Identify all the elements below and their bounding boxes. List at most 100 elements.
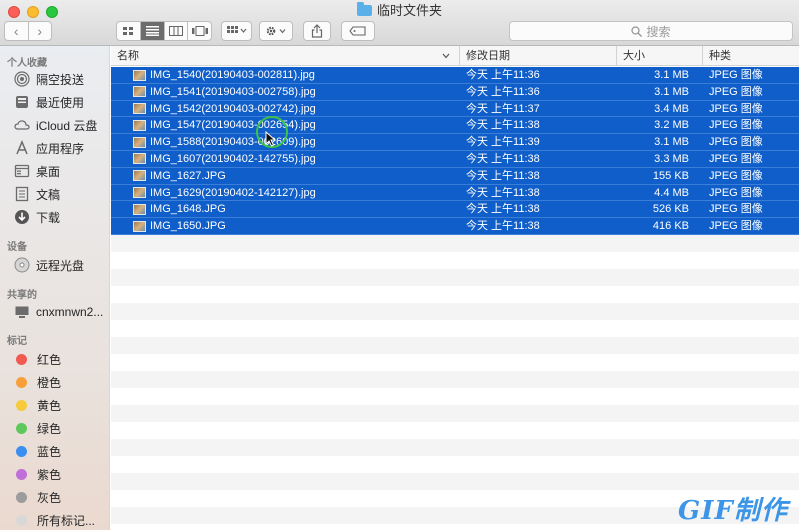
file-kind: JPEG 图像 xyxy=(709,85,763,98)
column-header-name[interactable]: 名称 xyxy=(111,46,456,66)
forward-button[interactable]: › xyxy=(28,21,52,41)
back-button[interactable]: ‹ xyxy=(4,21,29,41)
file-name: IMG_1541(20190403-002758).jpg xyxy=(150,85,316,98)
sidebar-item-icloud[interactable]: iCloud 云盘 xyxy=(14,116,97,134)
file-row[interactable]: IMG_1588(20190403-002609).jpg 今天 上午11:39… xyxy=(111,134,799,151)
file-row[interactable]: IMG_1629(20190402-142127).jpg 今天 上午11:38… xyxy=(111,184,799,202)
sidebar-tag-orange[interactable]: 橙色 xyxy=(14,373,61,391)
mouse-pointer-icon xyxy=(265,131,276,147)
icloud-icon xyxy=(14,117,30,133)
nav-buttons: ‹ › xyxy=(4,21,52,41)
empty-row xyxy=(111,455,799,473)
sidebar-item-label: 蓝色 xyxy=(37,444,62,459)
file-modified: 今天 上午11:36 xyxy=(466,85,540,98)
file-name: IMG_1540(20190403-002811).jpg xyxy=(150,69,315,81)
group-by-button[interactable] xyxy=(221,21,252,41)
airdrop-icon xyxy=(14,71,30,87)
sidebar-tag-gray[interactable]: 灰色 xyxy=(14,488,61,506)
tag-dot-icon xyxy=(16,353,27,365)
file-kind: JPEG 图像 xyxy=(709,186,763,199)
file-name: IMG_1648.JPG xyxy=(150,203,226,216)
share-button[interactable] xyxy=(303,21,331,41)
file-row[interactable]: IMG_1607(20190402-142755).jpg 今天 上午11:38… xyxy=(111,150,799,168)
file-modified: 今天 上午11:39 xyxy=(466,136,540,149)
file-size: 3.3 MB xyxy=(654,152,689,165)
gif-watermark: GIF制作 xyxy=(678,496,788,526)
sidebar-item-label: 隔空投送 xyxy=(36,72,85,87)
disc-icon xyxy=(14,257,30,273)
sort-chevron-icon xyxy=(442,53,450,59)
file-name: IMG_1607(20190402-142755).jpg xyxy=(150,152,316,165)
image-thumbnail-icon xyxy=(133,170,146,182)
sidebar-tag-blue[interactable]: 蓝色 xyxy=(14,442,61,460)
action-menu-button[interactable] xyxy=(259,21,293,41)
column-header-kind[interactable]: 种类 xyxy=(702,46,799,66)
file-name: IMG_1650.JPG xyxy=(150,220,226,233)
sidebar-item-shared-computer[interactable]: cnxmnwn2... xyxy=(14,303,103,321)
sidebar-item-remote-disc[interactable]: 远程光盘 xyxy=(14,256,84,274)
sidebar-item-desktop[interactable]: 桌面 xyxy=(14,162,60,180)
column-view-button[interactable] xyxy=(164,21,189,41)
search-field[interactable]: 搜索 xyxy=(509,21,793,41)
desktop-icon xyxy=(14,163,30,179)
icon-view-icon xyxy=(123,27,134,35)
file-modified: 今天 上午11:38 xyxy=(466,152,540,165)
file-size: 155 KB xyxy=(652,169,689,182)
sidebar-tag-all[interactable]: 所有标记... xyxy=(14,511,95,529)
image-thumbnail-icon xyxy=(133,119,146,131)
file-size: 416 KB xyxy=(652,220,689,233)
column-header-size[interactable]: 大小 xyxy=(616,46,702,66)
sidebar-item-recents[interactable]: 最近使用 xyxy=(14,93,84,111)
sidebar-item-label: 紫色 xyxy=(37,467,62,482)
file-kind: JPEG 图像 xyxy=(709,220,763,233)
empty-row xyxy=(111,268,799,286)
file-row[interactable]: IMG_1627.JPG 今天 上午11:38 155 KB JPEG 图像 xyxy=(111,167,799,185)
gallery-view-button[interactable] xyxy=(188,21,212,41)
column-header-modified[interactable]: 修改日期 xyxy=(459,46,616,66)
sidebar-tag-purple[interactable]: 紫色 xyxy=(14,465,61,483)
list-view-button[interactable] xyxy=(140,21,165,41)
file-row[interactable]: IMG_1540(20190403-002811).jpg 今天 上午11:36… xyxy=(111,67,799,84)
file-row[interactable]: IMG_1547(20190403-002654).jpg 今天 上午11:38… xyxy=(111,117,799,135)
sidebar-item-applications[interactable]: 应用程序 xyxy=(14,139,84,157)
file-size: 3.1 MB xyxy=(654,85,689,98)
file-size: 526 KB xyxy=(652,203,689,216)
sidebar-item-downloads[interactable]: 下载 xyxy=(14,208,60,226)
icon-view-button[interactable] xyxy=(116,21,141,41)
sidebar-item-documents[interactable]: 文稿 xyxy=(14,185,60,203)
file-row[interactable]: IMG_1650.JPG 今天 上午11:38 416 KB JPEG 图像 xyxy=(111,218,799,235)
file-modified: 今天 上午11:38 xyxy=(466,220,540,233)
file-row[interactable]: IMG_1542(20190403-002742).jpg 今天 上午11:37… xyxy=(111,100,799,118)
file-list: IMG_1540(20190403-002811).jpg 今天 上午11:36… xyxy=(111,67,799,530)
sidebar-item-label: 黄色 xyxy=(37,398,62,413)
sidebar-item-label: 下载 xyxy=(36,210,61,225)
window-title: 临时文件夹 xyxy=(0,2,799,19)
tag-dot-icon xyxy=(16,399,27,411)
file-row[interactable]: IMG_1541(20190403-002758).jpg 今天 上午11:36… xyxy=(111,83,799,101)
file-kind: JPEG 图像 xyxy=(709,152,763,165)
empty-row xyxy=(111,404,799,422)
empty-row xyxy=(111,251,799,269)
file-name: IMG_1627.JPG xyxy=(150,169,226,182)
sidebar-tag-yellow[interactable]: 黄色 xyxy=(14,396,61,414)
sidebar-section-devices: 设备 xyxy=(7,242,27,253)
empty-list-area[interactable] xyxy=(111,234,799,530)
sidebar-tag-green[interactable]: 绿色 xyxy=(14,419,61,437)
file-modified: 今天 上午11:38 xyxy=(466,186,540,199)
applications-icon xyxy=(14,140,30,156)
tag-button[interactable] xyxy=(341,21,375,41)
sidebar-item-airdrop[interactable]: 隔空投送 xyxy=(14,70,84,88)
file-kind: JPEG 图像 xyxy=(709,203,763,216)
empty-row xyxy=(111,319,799,337)
sidebar-tag-red[interactable]: 红色 xyxy=(14,350,61,368)
tag-dot-icon xyxy=(16,468,27,480)
computer-icon xyxy=(14,304,30,320)
sidebar-item-label: 远程光盘 xyxy=(36,258,85,273)
image-thumbnail-icon xyxy=(133,103,146,115)
sidebar-item-label: 所有标记... xyxy=(37,513,96,528)
file-row[interactable]: IMG_1648.JPG 今天 上午11:38 526 KB JPEG 图像 xyxy=(111,201,799,219)
file-kind: JPEG 图像 xyxy=(709,169,763,182)
sidebar-item-label: 桌面 xyxy=(36,164,61,179)
gallery-view-icon xyxy=(191,26,208,36)
empty-row xyxy=(111,370,799,388)
